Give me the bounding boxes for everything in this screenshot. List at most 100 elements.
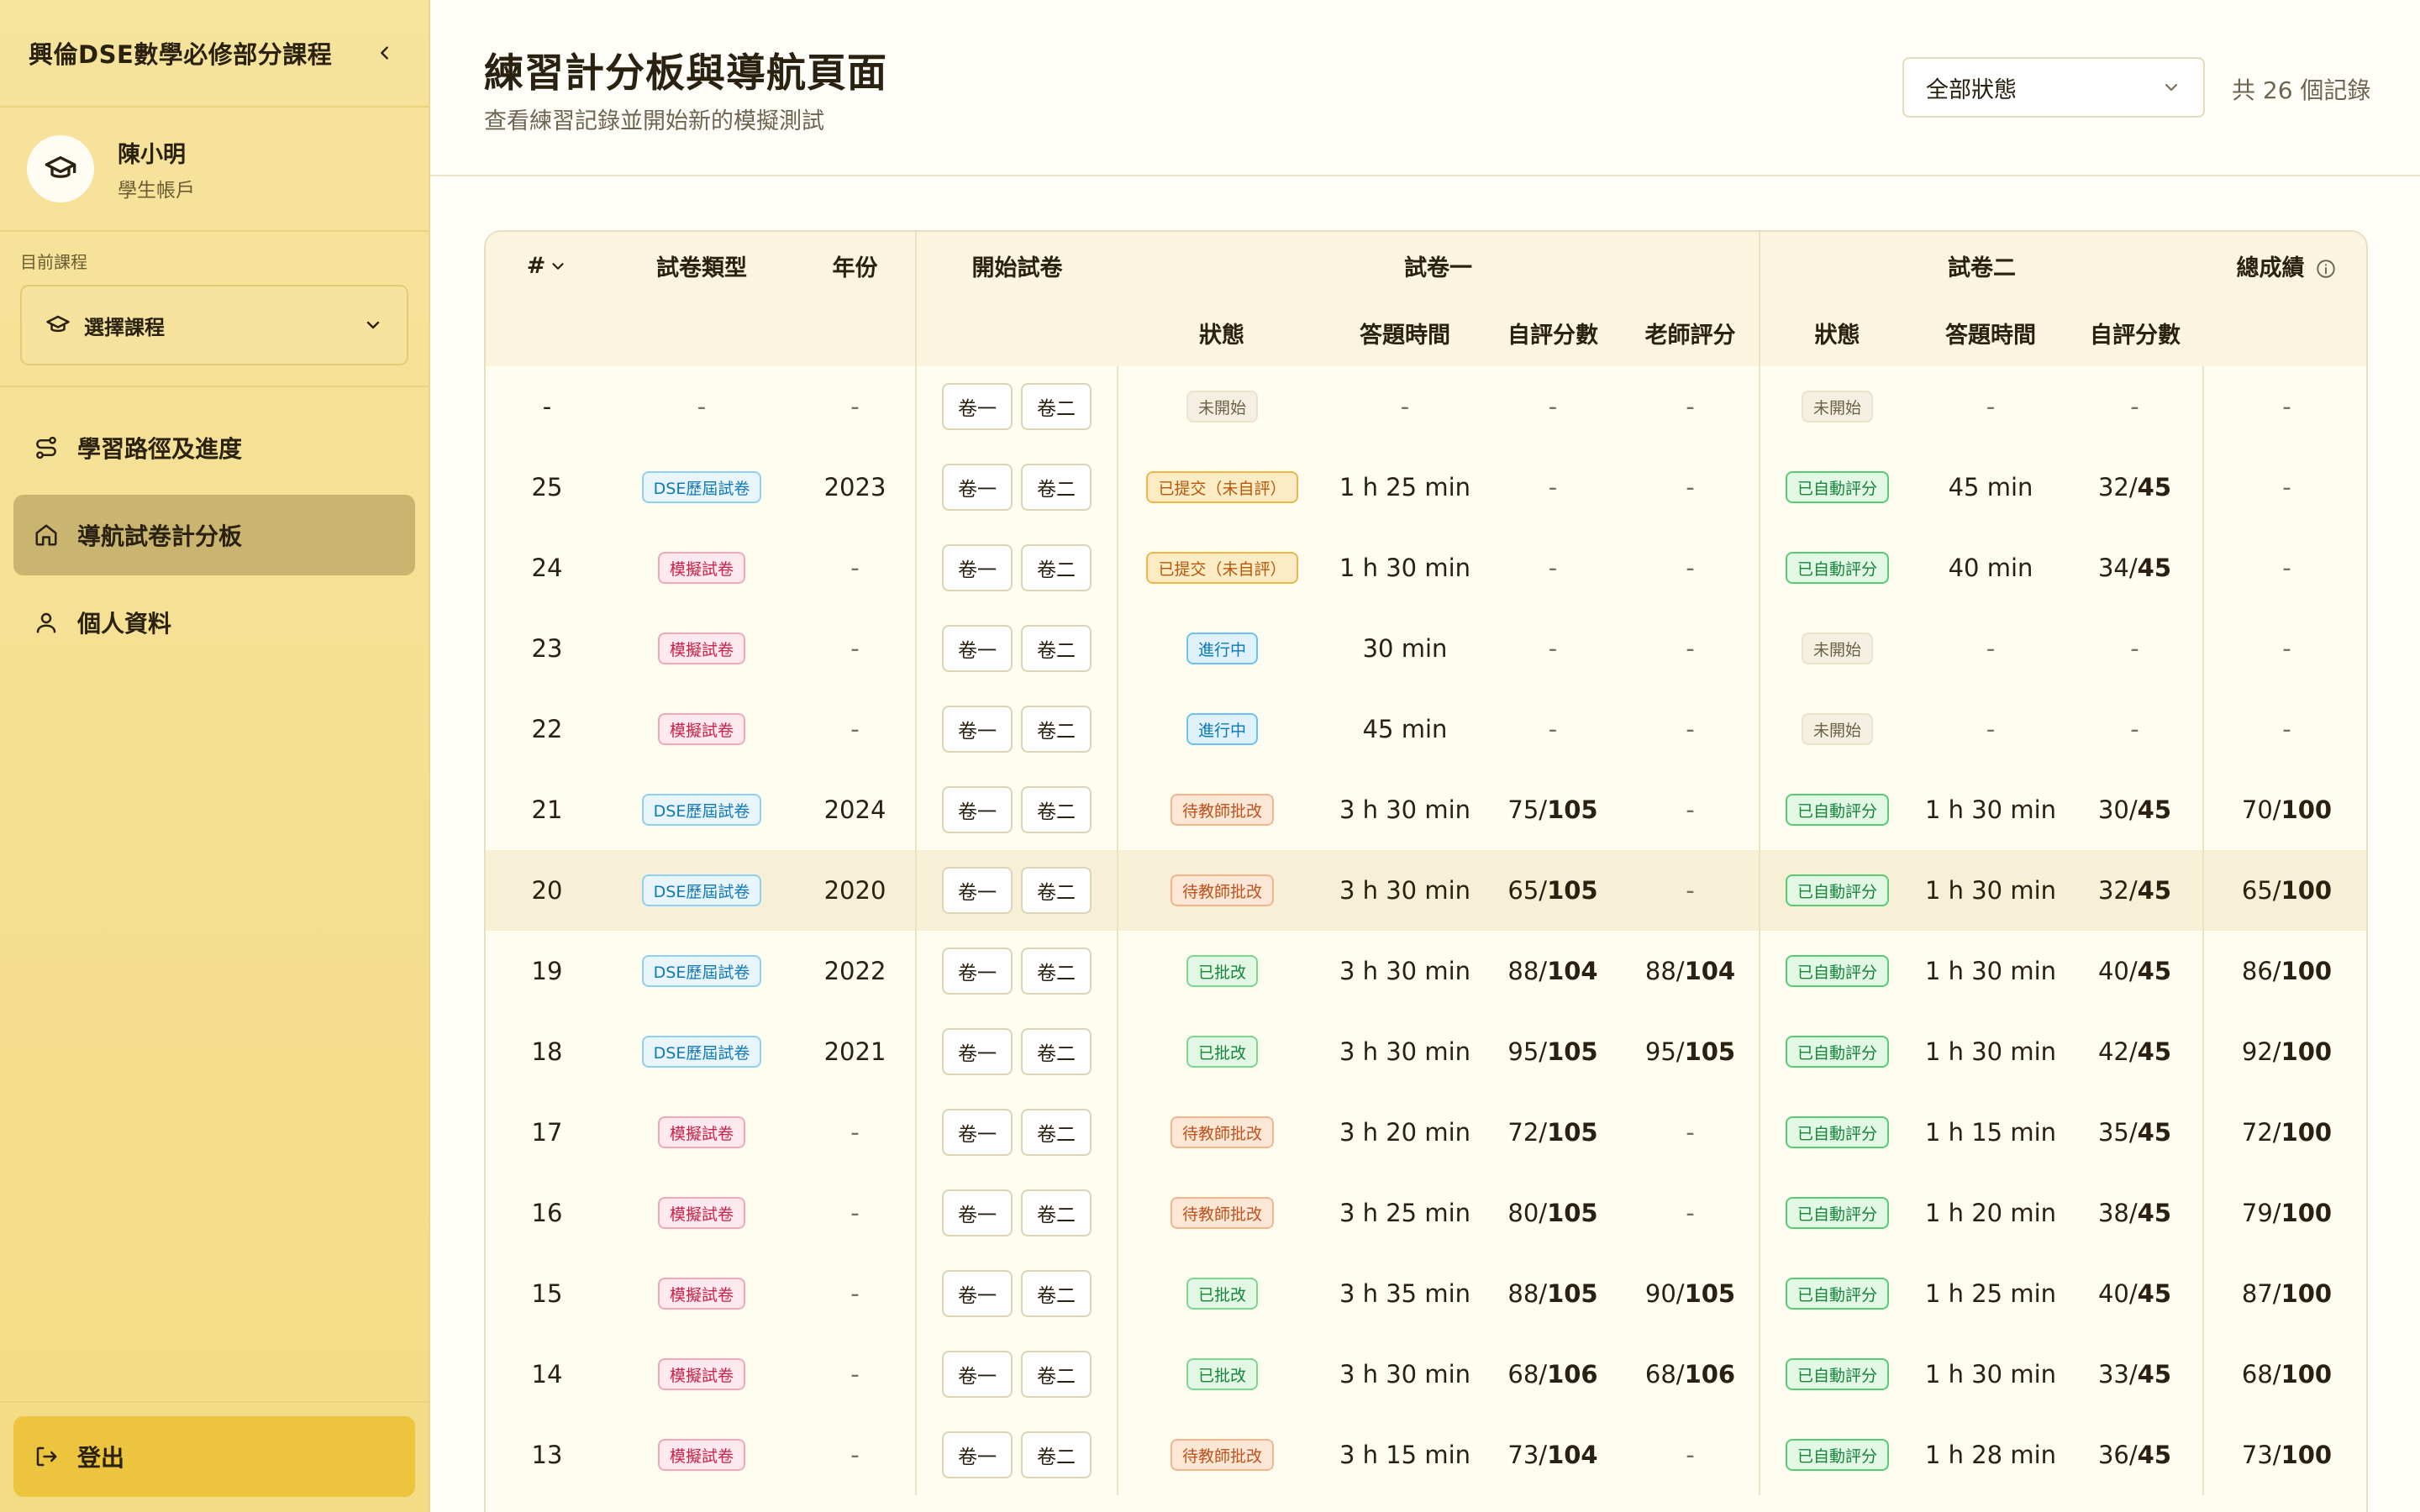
total-score-value: - [2282,473,2291,501]
paper1-teacher-score-value: 90/ [1644,1279,1685,1308]
logout-button[interactable]: 登出 [13,1416,415,1497]
paper1-self-score-max: 105 [1547,1118,1598,1147]
paper2-status-cell: 已自動評分 [1760,447,1914,528]
start-paper1-button[interactable]: 卷一 [942,544,1013,591]
chevron-down-icon [2165,83,2178,92]
status-badge: 待教師批改 [1170,794,1274,827]
paper2-time-cell: 1 h 30 min [1924,795,2057,824]
status-filter-select[interactable]: 全部狀態 [1902,57,2205,118]
paper1-self-score-value: 72/ [1507,1118,1548,1147]
start-paper1-button[interactable]: 卷一 [942,706,1013,753]
total-score: - [2202,689,2366,769]
paper1-self-score-value: 95/ [1507,1037,1548,1066]
start-paper1-button[interactable]: 卷一 [942,625,1013,672]
table-row: 16 模擬試卷 - 卷一 卷二 待教師批改 3 h 25 min 80/105- 已自動評分 1 … [486,1173,2366,1253]
paper1-teacher-score-max: 106 [1684,1360,1736,1389]
paper1-teacher-score-value: 95/ [1644,1037,1685,1066]
start-paper1-button[interactable]: 卷一 [942,786,1013,833]
logout-icon [36,1446,57,1467]
start-paper2-button[interactable]: 卷二 [1021,544,1092,591]
start-paper2-button[interactable]: 卷二 [1021,1189,1092,1236]
paper-type-cell: DSE歷屆試卷 [608,850,795,931]
total-score-max: 100 [2281,795,2333,824]
paper1-time-cell: 3 h 20 min [1339,1118,1471,1147]
sidebar-item-scoreboard[interactable]: 導航試卷計分板 [13,495,415,575]
start-paper1-button[interactable]: 卷一 [942,383,1013,430]
paper2-status-header: 狀態 [1760,299,1914,366]
paper2-status-cell: 已自動評分 [1760,1173,1914,1253]
start-paper2-button[interactable]: 卷二 [1021,1109,1092,1156]
paper2-self-score: - [2067,689,2203,769]
table-row: 22 模擬試卷 - 卷一 卷二 進行中 45 min - - 未開始 - - - [486,689,2366,769]
paper1-teacher-score: - [1622,850,1760,931]
status-badge: 已批改 [1186,955,1258,988]
row-index: 20 [486,850,608,931]
start-paper1-button[interactable]: 卷一 [942,464,1013,511]
total-score-value: - [2282,715,2291,743]
start-paper2-button[interactable]: 卷二 [1021,948,1092,995]
start-paper2-button[interactable]: 卷二 [1021,464,1092,511]
paper2-self-score-max: 45 [2137,1199,2172,1227]
page-header: 練習計分板與導航頁面 查看練習記錄並開始新的模擬測試 全部狀態 共 26 個記錄 [430,0,2420,176]
status-badge: 已自動評分 [1785,1439,1889,1472]
paper2-self-score: 30/45 [2067,769,2203,850]
start-paper1-button[interactable]: 卷一 [942,1189,1013,1236]
paper1-teacher-score-max: 104 [1684,957,1736,985]
year-cell: 2020 [795,850,917,931]
sidebar-item-profile[interactable]: 個人資料 [13,582,415,663]
paper1-teacher-score-header: 老師評分 [1622,299,1760,366]
paper1-status-cell: 待教師批改 [1118,1415,1326,1495]
year-cell: 2024 [795,769,917,850]
start-paper2-button[interactable]: 卷二 [1021,867,1092,914]
course-select[interactable]: 選擇課程 [20,285,408,365]
start-paper-cell: 卷一 卷二 [916,850,1118,931]
total-score-value: 73/ [2241,1441,2281,1469]
paper1-teacher-score-value: - [1686,795,1695,824]
paper2-time-cell: 1 h 30 min [1924,1037,2057,1066]
paper1-self-score-value: 80/ [1507,1199,1548,1227]
paper1-status-cell: 進行中 [1118,608,1326,689]
index-header-label: # [526,252,546,279]
table-row: 21 DSE歷屆試卷 2024 卷一 卷二 待教師批改 3 h 30 min 75/105- 已… [486,769,2366,850]
start-paper2-button[interactable]: 卷二 [1021,625,1092,672]
start-paper1-button[interactable]: 卷一 [942,1270,1013,1317]
start-paper-cell: 卷一 卷二 [916,1253,1118,1334]
status-badge: 待教師批改 [1170,1439,1274,1472]
start-paper1-button[interactable]: 卷一 [942,1431,1013,1478]
collapse-sidebar-button[interactable] [368,36,402,70]
paper1-time-cell: - [1400,392,1410,421]
start-paper1-button[interactable]: 卷一 [942,867,1013,914]
start-paper1-button[interactable]: 卷一 [942,948,1013,995]
paper2-status-cell: 已自動評分 [1760,931,1914,1011]
start-paper2-button[interactable]: 卷二 [1021,1351,1092,1398]
paper2-status-cell: 已自動評分 [1760,850,1914,931]
total-score: - [2202,447,2366,528]
sidebar-item-learning-path[interactable]: 學習路徑及進度 [13,407,415,488]
paper2-self-score: 38/45 [2067,1173,2203,1253]
paper2-self-score-max: 45 [2137,554,2172,582]
start-paper2-button[interactable]: 卷二 [1021,1028,1092,1075]
start-paper2-button[interactable]: 卷二 [1021,383,1092,430]
sort-index-header[interactable]: # [486,232,608,299]
main-content: 練習計分板與導航頁面 查看練習記錄並開始新的模擬測試 全部狀態 共 26 個記錄… [430,0,2420,1512]
start-paper1-button[interactable]: 卷一 [942,1028,1013,1075]
table-row: 20 DSE歷屆試卷 2020 卷一 卷二 待教師批改 3 h 30 min 65/105- 已… [486,850,2366,931]
row-index: 16 [531,1199,563,1227]
type-header: 試卷類型 [608,232,795,299]
paper-type-cell: 模擬試卷 [608,528,795,608]
paper1-self-score-value: - [1548,473,1558,501]
paper2-self-score-value: - [2130,634,2139,663]
start-paper2-button[interactable]: 卷二 [1021,786,1092,833]
paper1-teacher-score-value: - [1686,715,1695,743]
start-paper2-button[interactable]: 卷二 [1021,706,1092,753]
info-icon[interactable] [2315,258,2337,280]
start-paper1-button[interactable]: 卷一 [942,1109,1013,1156]
start-paper2-button[interactable]: 卷二 [1021,1270,1092,1317]
paper1-time-cell: 30 min [1362,634,1448,663]
paper2-time-cell: 1 h 30 min [1924,1360,2057,1389]
start-paper2-button[interactable]: 卷二 [1021,1431,1092,1478]
paper2-time-cell: - [1986,392,1996,421]
home-icon [35,524,57,546]
year-cell: 2021 [795,1011,917,1092]
start-paper1-button[interactable]: 卷一 [942,1351,1013,1398]
